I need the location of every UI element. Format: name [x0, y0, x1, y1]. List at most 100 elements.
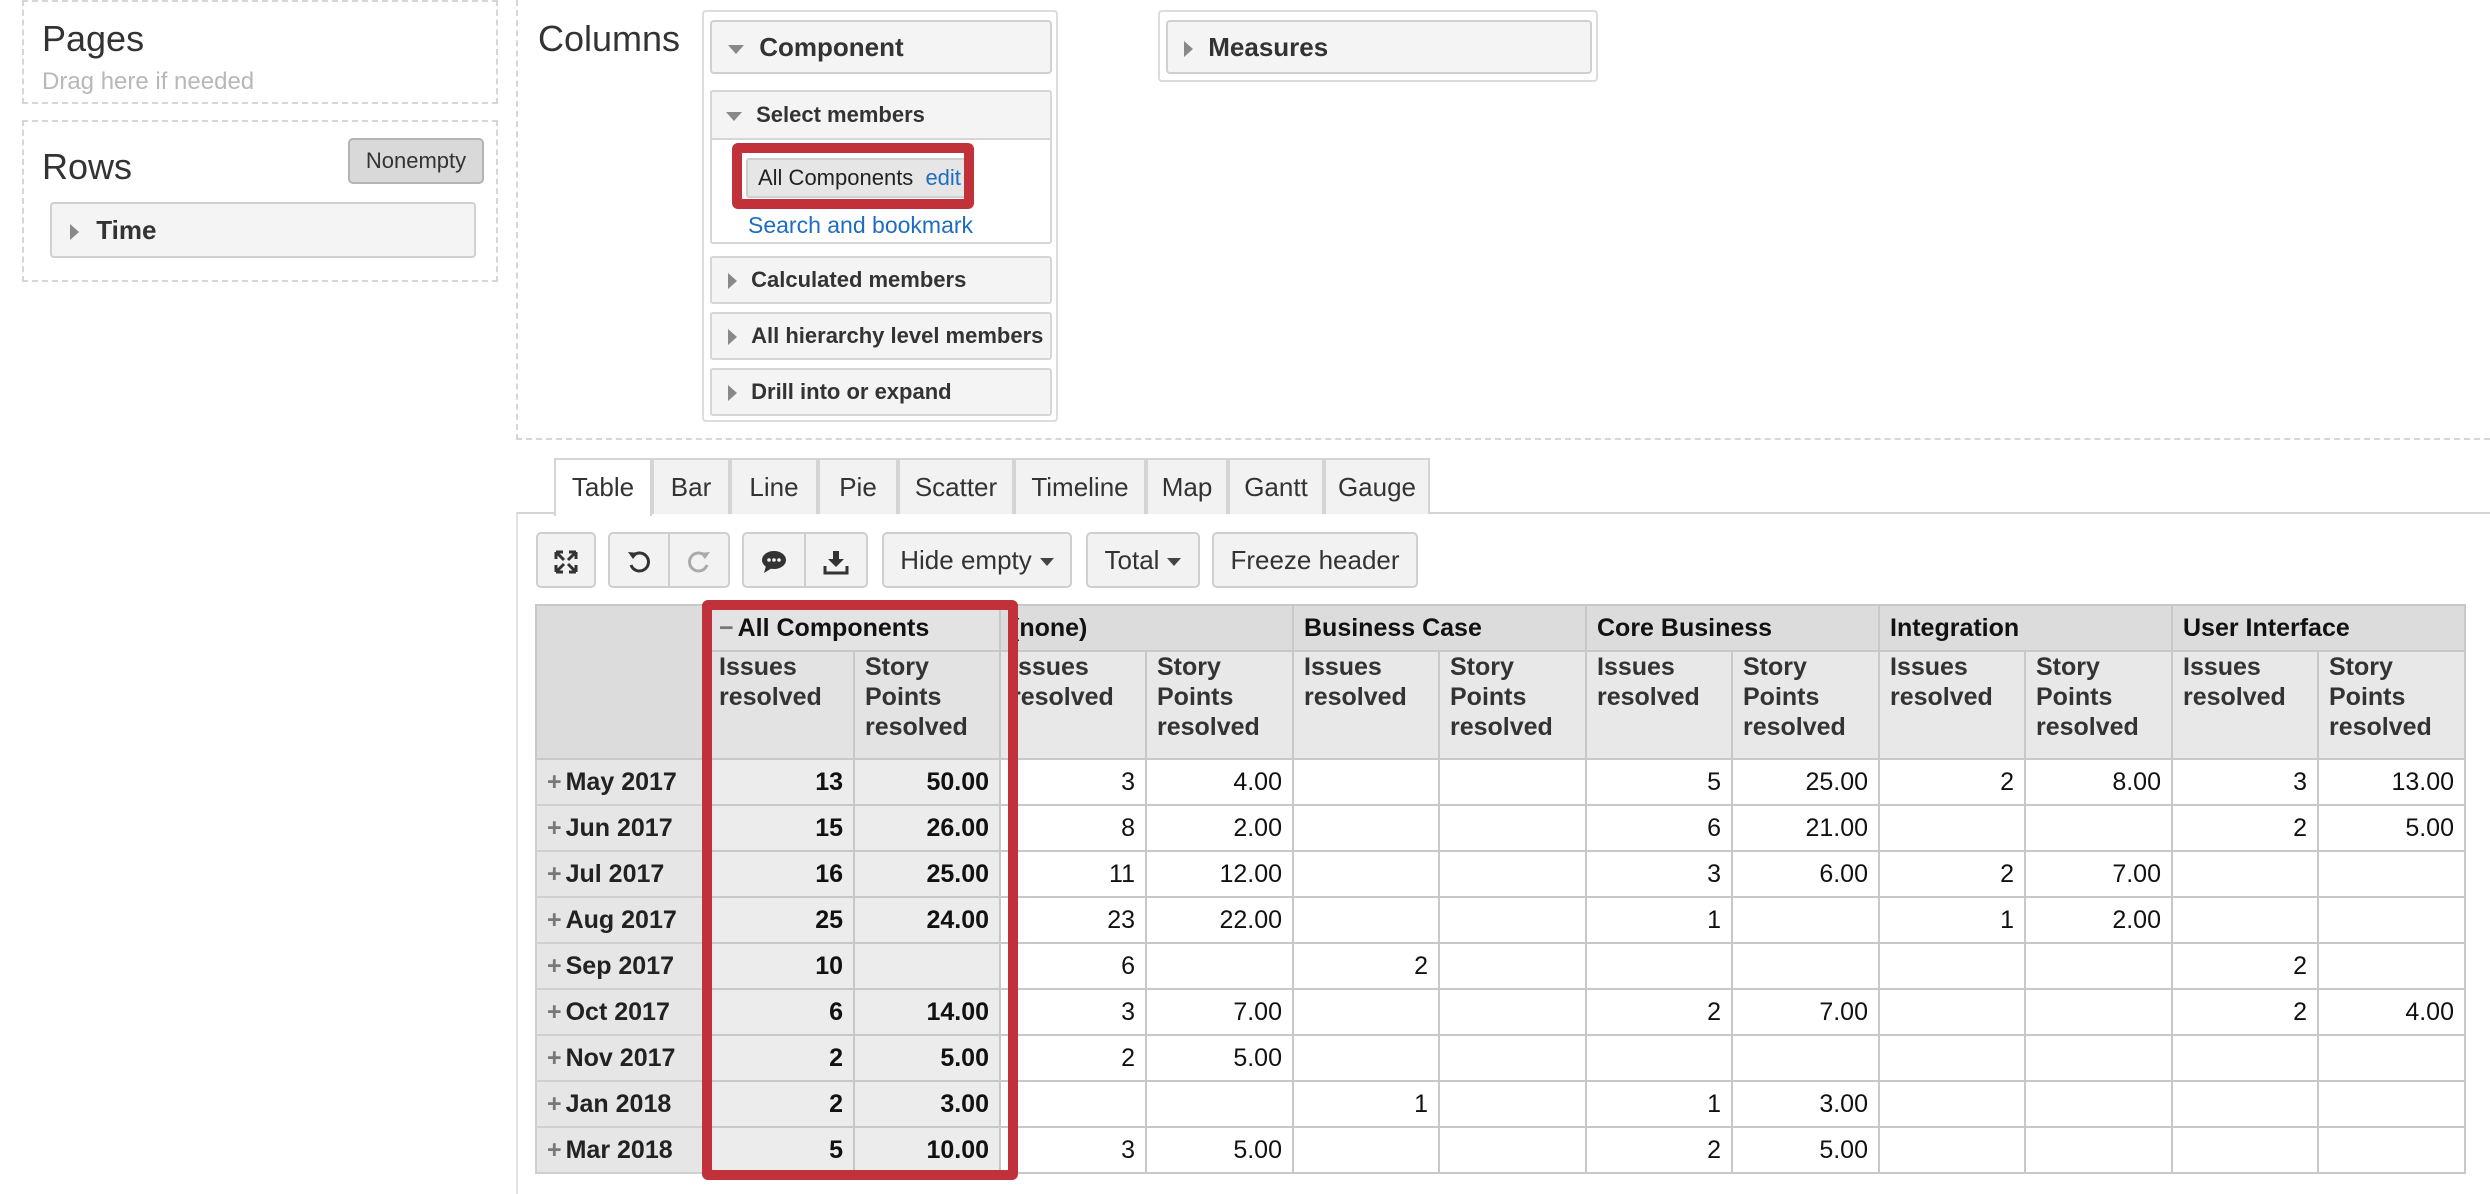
- undo-button[interactable]: [608, 532, 670, 588]
- table-cell: [1878, 1080, 2026, 1128]
- search-bookmark-link[interactable]: Search and bookmark: [748, 212, 973, 239]
- expand-plus-icon[interactable]: +: [547, 768, 562, 796]
- table-cell: [1438, 1126, 1587, 1174]
- table-cell: 1: [1292, 1080, 1440, 1128]
- table-cell: [2171, 896, 2319, 944]
- row-label: Sep 2017: [565, 951, 675, 980]
- row-header[interactable]: + May 2017: [535, 758, 709, 806]
- column-group-header[interactable]: (none): [999, 604, 1294, 652]
- row-header[interactable]: + Aug 2017: [535, 896, 709, 944]
- fullscreen-button[interactable]: [536, 532, 596, 588]
- measure-header[interactable]: Story Points resolved: [853, 650, 1001, 760]
- drill-into-expand[interactable]: Drill into or expand: [710, 368, 1052, 416]
- column-group-header[interactable]: − All Components: [707, 604, 1001, 652]
- table-cell: [1438, 988, 1587, 1036]
- freeze-header-button[interactable]: Freeze header: [1212, 532, 1418, 588]
- measures-dimension[interactable]: Measures: [1166, 20, 1592, 74]
- measure-header[interactable]: Story Points resolved: [1145, 650, 1294, 760]
- column-group-label: Business Case: [1304, 613, 1482, 642]
- table-cell: [853, 942, 1001, 990]
- table-cell: [2317, 850, 2466, 898]
- collapse-icon: [728, 44, 744, 54]
- expand-plus-icon[interactable]: +: [547, 1136, 562, 1164]
- tab-timeline[interactable]: Timeline: [1014, 458, 1146, 514]
- expand-plus-icon[interactable]: +: [547, 952, 562, 980]
- caret-down-icon: [1167, 558, 1182, 567]
- measure-header[interactable]: Issues resolved: [999, 650, 1147, 760]
- table-cell: 6: [1585, 804, 1733, 852]
- expand-plus-icon[interactable]: +: [547, 998, 562, 1026]
- table-cell: 7.00: [1145, 988, 1294, 1036]
- tab-map[interactable]: Map: [1146, 458, 1228, 514]
- measure-header[interactable]: Issues resolved: [707, 650, 855, 760]
- table-cell: [1731, 1034, 1880, 1082]
- row-label: Aug 2017: [565, 905, 677, 934]
- measure-header[interactable]: Story Points resolved: [1731, 650, 1880, 760]
- table-cell: [1878, 1126, 2026, 1174]
- measure-header[interactable]: Issues resolved: [2171, 650, 2319, 760]
- nonempty-button[interactable]: Nonempty: [348, 138, 484, 184]
- edit-link[interactable]: edit: [925, 165, 960, 190]
- tab-pie[interactable]: Pie: [818, 458, 898, 514]
- rows-dropzone[interactable]: Rows Nonempty Time: [22, 120, 498, 282]
- table-row: + Aug 2017 25 24.00 23 22.00 1 1 2.00: [535, 896, 2466, 944]
- row-label: Jun 2017: [565, 813, 673, 842]
- redo-button[interactable]: [668, 532, 730, 588]
- columns-title: Columns: [538, 18, 681, 59]
- row-header[interactable]: + Oct 2017: [535, 988, 709, 1036]
- expand-plus-icon[interactable]: +: [547, 1044, 562, 1072]
- row-header[interactable]: + Jul 2017: [535, 850, 709, 898]
- measure-header[interactable]: Issues resolved: [1292, 650, 1440, 760]
- column-group-header[interactable]: User Interface: [2171, 604, 2466, 652]
- column-group-header[interactable]: Integration: [1878, 604, 2173, 652]
- row-header[interactable]: + Sep 2017: [535, 942, 709, 990]
- calculated-members[interactable]: Calculated members: [710, 256, 1052, 304]
- tab-gauge[interactable]: Gauge: [1324, 458, 1430, 514]
- select-members-header[interactable]: Select members: [710, 90, 1052, 140]
- row-header[interactable]: + Nov 2017: [535, 1034, 709, 1082]
- measure-header[interactable]: Issues resolved: [1585, 650, 1733, 760]
- collapse-minus-icon[interactable]: −: [719, 614, 734, 642]
- row-header[interactable]: + Jun 2017: [535, 804, 709, 852]
- measure-header[interactable]: Story Points resolved: [1438, 650, 1587, 760]
- table-cell: [2024, 1080, 2173, 1128]
- tab-line[interactable]: Line: [730, 458, 818, 514]
- table-cell: [2024, 942, 2173, 990]
- measure-header[interactable]: Story Points resolved: [2024, 650, 2173, 760]
- column-group-header[interactable]: Business Case: [1292, 604, 1587, 652]
- table-cell: 2: [1292, 942, 1440, 990]
- tab-gantt[interactable]: Gantt: [1228, 458, 1324, 514]
- time-dimension[interactable]: Time: [50, 202, 476, 258]
- tab-scatter[interactable]: Scatter: [898, 458, 1014, 514]
- tab-table[interactable]: Table: [554, 458, 652, 516]
- all-hierarchy-level-members[interactable]: All hierarchy level members: [710, 312, 1052, 360]
- expand-plus-icon[interactable]: +: [547, 860, 562, 888]
- table-cell: 1: [1878, 896, 2026, 944]
- hide-empty-dropdown[interactable]: Hide empty: [882, 532, 1072, 588]
- pages-dropzone[interactable]: Pages Drag here if needed: [22, 0, 498, 104]
- column-group-label: Integration: [1890, 613, 2020, 642]
- table-cell: [999, 1080, 1147, 1128]
- table-cell: 13: [707, 758, 855, 806]
- export-button[interactable]: [804, 532, 868, 588]
- expand-plus-icon[interactable]: +: [547, 1090, 562, 1118]
- table-cell: [2024, 1126, 2173, 1174]
- table-cell: 4.00: [2317, 988, 2466, 1036]
- component-dimension[interactable]: Component: [710, 20, 1052, 74]
- row-header[interactable]: + Jan 2018: [535, 1080, 709, 1128]
- measure-header[interactable]: Issues resolved: [1878, 650, 2026, 760]
- measure-header[interactable]: Story Points resolved: [2317, 650, 2466, 760]
- expand-plus-icon[interactable]: +: [547, 906, 562, 934]
- time-dimension-label: Time: [96, 215, 157, 245]
- comment-button[interactable]: [742, 532, 806, 588]
- total-dropdown[interactable]: Total: [1086, 532, 1200, 588]
- member-chip[interactable]: All Components edit: [746, 158, 970, 198]
- column-group-header[interactable]: Core Business: [1585, 604, 1880, 652]
- table-cell: 2: [1585, 988, 1733, 1036]
- table-cell: [2171, 850, 2319, 898]
- tab-bar[interactable]: Bar: [652, 458, 730, 514]
- expand-plus-icon[interactable]: +: [547, 814, 562, 842]
- row-header[interactable]: + Mar 2018: [535, 1126, 709, 1174]
- table-cell: 2: [707, 1034, 855, 1082]
- table-cell: [1878, 942, 2026, 990]
